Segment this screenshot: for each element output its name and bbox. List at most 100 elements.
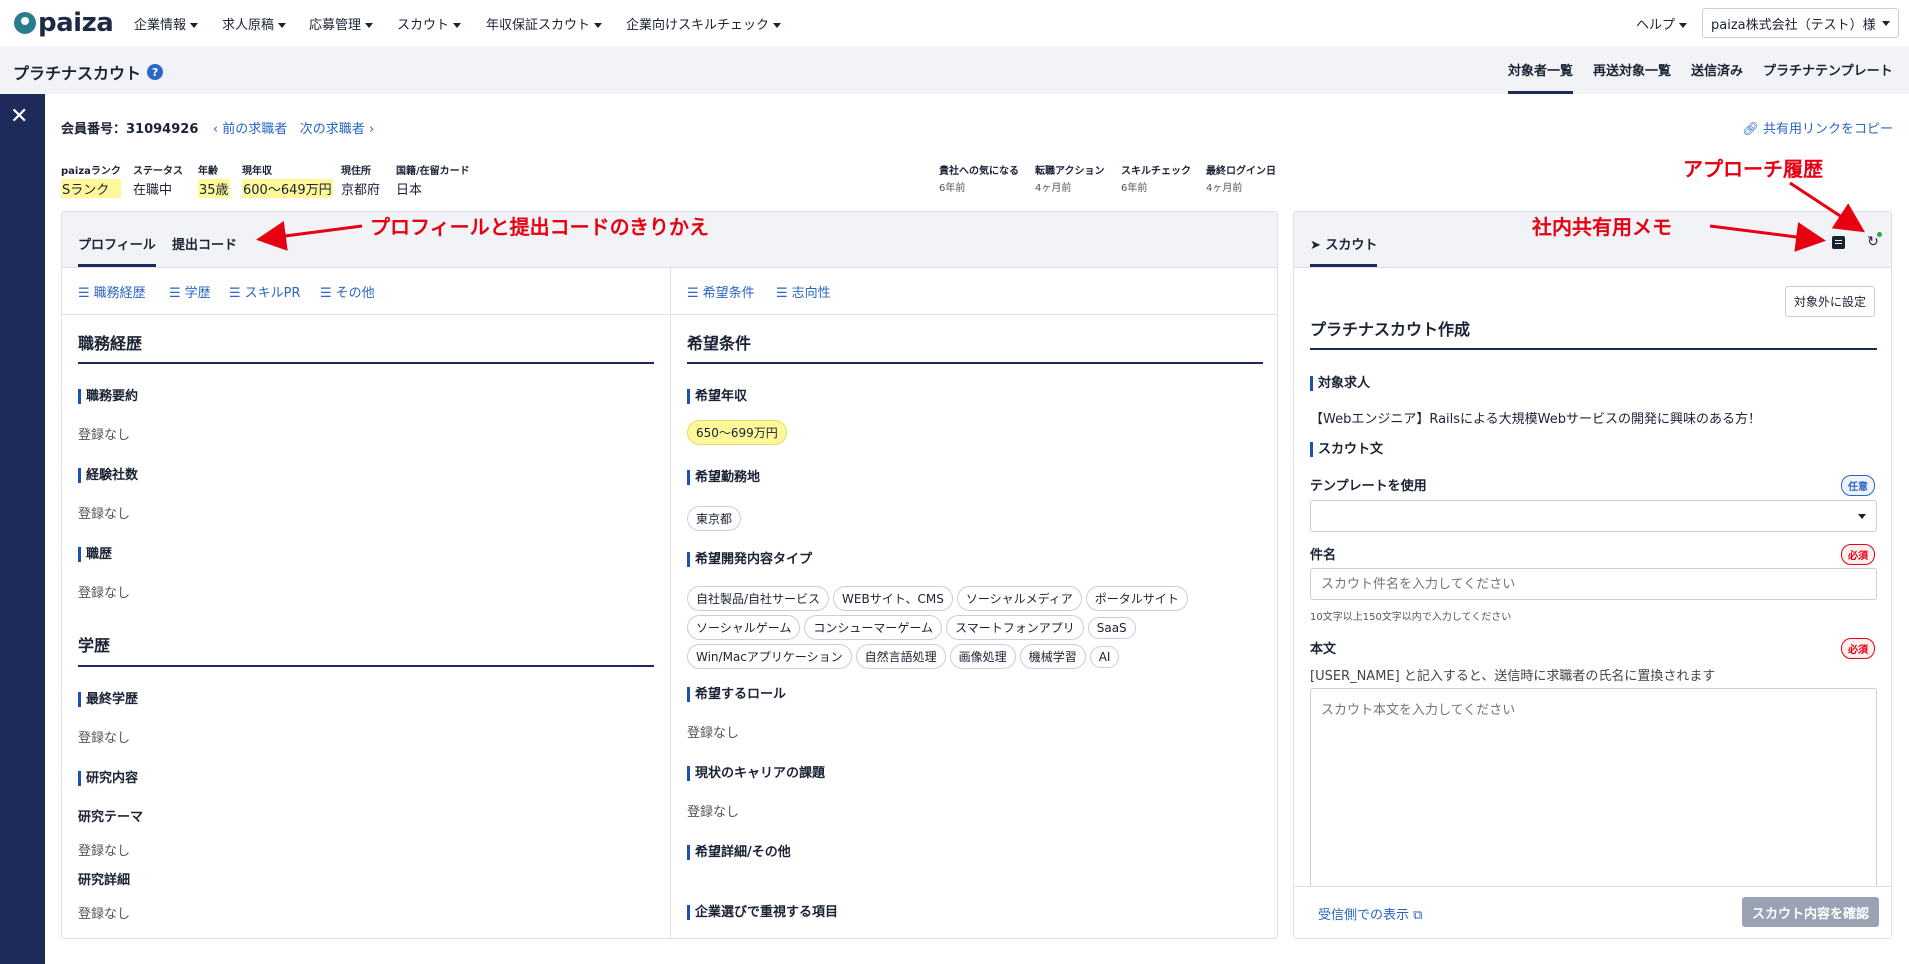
history-label: 職歴	[78, 547, 112, 562]
profile-panel: プロフィール 提出コード ☰ 職務経歴 ☰ 学歴 ☰ スキルPR ☰ その他 ☰ 希望条件…	[61, 211, 1278, 939]
scout-footer: 受信側での表示 ⧉ スカウト内容を確認	[1294, 886, 1891, 938]
tab-target-list[interactable]: 対象者一覧	[1508, 60, 1574, 94]
wish-dev-chips: 自社製品/自社サービス WEBサイト、CMS ソーシャルメディア ポータルサイトソーシ…	[687, 586, 1207, 673]
career-issue-value: 登録なし	[687, 805, 740, 820]
education-title: 学歴	[78, 636, 111, 655]
tab-platinum-template[interactable]: プラチナテンプレート	[1763, 60, 1893, 79]
caret-down-icon	[453, 23, 462, 28]
priority-label: 企業選びで重視する項目	[687, 905, 838, 920]
body-note: [USER_NAME] と記入すると、送信時に求職者の氏名に置換されます	[1310, 669, 1716, 684]
nav-job-posting[interactable]: 求人原稿	[222, 14, 287, 33]
memo-icon[interactable]	[1832, 236, 1845, 249]
nav-career[interactable]: ☰ 職務経歴	[78, 282, 146, 301]
dev-type-chip: ソーシャルメディア	[956, 586, 1082, 611]
nav-other[interactable]: ☰ その他	[320, 282, 375, 301]
required-badge: 必須	[1841, 544, 1875, 565]
info-income: 現年収 600〜649万円	[242, 166, 333, 198]
info-address: 現住所 京都府	[341, 166, 381, 198]
link-icon: 🔗︎	[1742, 122, 1763, 137]
body-textarea[interactable]	[1310, 688, 1877, 888]
info-rank: paizaランク Sランク	[61, 166, 121, 198]
tab-sent[interactable]: 送信済み	[1691, 60, 1743, 79]
next-seeker-link[interactable]: 次の求職者 ›	[300, 122, 374, 137]
account-menu-button[interactable]: paiza株式会社（テスト）様	[1702, 8, 1899, 38]
caret-down-icon	[594, 23, 603, 28]
info-age: 年齢 35歳	[198, 166, 230, 198]
nav-skill-pr[interactable]: ☰ スキルPR	[229, 282, 301, 301]
list-icon: ☰	[229, 286, 241, 301]
dev-type-chip: Win/Macアプリケーション	[687, 644, 852, 669]
info-action: 転職アクション 4ヶ月前	[1035, 166, 1105, 194]
logo-icon	[14, 12, 36, 34]
list-icon: ☰	[169, 286, 181, 301]
summary-label: 職務要約	[78, 389, 138, 404]
dev-type-chip: 自社製品/自社サービス	[687, 586, 830, 611]
history-value: 登録なし	[78, 586, 131, 601]
wish-other-label: 希望詳細/その他	[687, 845, 791, 860]
caret-down-icon	[1679, 23, 1688, 28]
annotation-memo: 社内共有用メモ	[1532, 215, 1672, 239]
info-last-login: 最終ログイン日 4ヶ月前	[1206, 166, 1276, 194]
tab-scout[interactable]: ➤ スカウト	[1310, 234, 1378, 267]
nav-orientation[interactable]: ☰ 志向性	[776, 282, 831, 301]
list-icon: ☰	[78, 286, 90, 301]
wish-rule	[687, 362, 1263, 364]
nav-help[interactable]: ヘルプ	[1636, 14, 1688, 33]
share-link-copy[interactable]: 🔗︎ 共有用リンクをコピー	[1742, 118, 1893, 137]
subject-label: 件名	[1310, 548, 1337, 563]
template-label: テンプレートを使用	[1310, 479, 1427, 494]
dev-type-chip: SaaS	[1087, 617, 1136, 639]
tab-submitted-code[interactable]: 提出コード	[172, 234, 237, 253]
research-detail-value: 登録なし	[78, 907, 131, 922]
body-label: 本文	[1310, 642, 1337, 657]
prev-seeker-link[interactable]: ‹ 前の求職者	[213, 122, 287, 137]
send-icon: ➤	[1310, 238, 1326, 253]
dev-type-chip: 画像処理	[949, 644, 1016, 669]
wish-location-chips: 東京都	[687, 506, 1207, 535]
career-title: 職務経歴	[78, 334, 143, 353]
info-interest: 貴社への気になる 6年前	[939, 166, 1019, 194]
nav-skill-check[interactable]: 企業向けスキルチェック	[626, 14, 782, 33]
help-icon[interactable]: ?	[147, 64, 164, 80]
wish-income-label: 希望年収	[687, 389, 747, 404]
dev-type-chip: ポータルサイト	[1085, 586, 1188, 611]
tab-profile[interactable]: プロフィール	[78, 234, 156, 267]
wish-role-label: 希望するロール	[687, 687, 786, 702]
companies-value: 登録なし	[78, 507, 131, 522]
dev-type-chip: 自然言語処理	[855, 644, 946, 669]
list-icon: ☰	[776, 286, 788, 301]
caret-down-icon	[1881, 20, 1890, 26]
nav-application[interactable]: 応募管理	[309, 14, 374, 33]
target-job-label: 対象求人	[1310, 376, 1370, 391]
nav-wish[interactable]: ☰ 希望条件	[687, 282, 755, 301]
nav-company-info[interactable]: 企業情報	[134, 14, 199, 33]
optional-badge: 任意	[1841, 475, 1875, 496]
history-icon[interactable]: ↻	[1865, 232, 1882, 250]
subject-input[interactable]	[1310, 568, 1877, 600]
column-divider	[670, 268, 671, 938]
info-skill-check: スキルチェック 6年前	[1121, 166, 1191, 194]
close-icon[interactable]: ✕	[10, 106, 28, 128]
dev-type-chip: WEBサイト、CMS	[833, 586, 953, 611]
nav-education[interactable]: ☰ 学歴	[169, 282, 211, 301]
annotation-history: アプローチ履歴	[1683, 157, 1823, 181]
dev-type-chip: AI	[1089, 646, 1120, 668]
caret-down-icon	[365, 23, 374, 28]
template-select[interactable]	[1310, 500, 1877, 532]
confirm-scout-button[interactable]: スカウト内容を確認	[1741, 897, 1879, 927]
preview-link[interactable]: 受信側での表示 ⧉	[1318, 904, 1422, 923]
nav-divider	[62, 314, 1277, 315]
nav-scout[interactable]: スカウト	[397, 14, 462, 33]
member-number: 会員番号：31094926	[61, 122, 199, 137]
companies-label: 経験社数	[78, 468, 138, 483]
paiza-logo[interactable]: paiza	[14, 8, 114, 38]
tab-resend-list[interactable]: 再送対象一覧	[1593, 60, 1671, 79]
wish-dev-label: 希望開発内容タイプ	[687, 552, 812, 567]
nav-salary-scout[interactable]: 年収保証スカウト	[486, 14, 603, 33]
scout-create-title: プラチナスカウト作成	[1310, 320, 1471, 339]
list-icon: ☰	[320, 286, 332, 301]
exclude-button[interactable]: 対象外に設定	[1784, 286, 1875, 317]
member-line: 会員番号：31094926 ‹ 前の求職者 次の求職者 ›	[61, 118, 374, 137]
dev-type-chip: コンシューマーゲーム	[804, 615, 943, 640]
caret-down-icon	[1858, 514, 1866, 519]
